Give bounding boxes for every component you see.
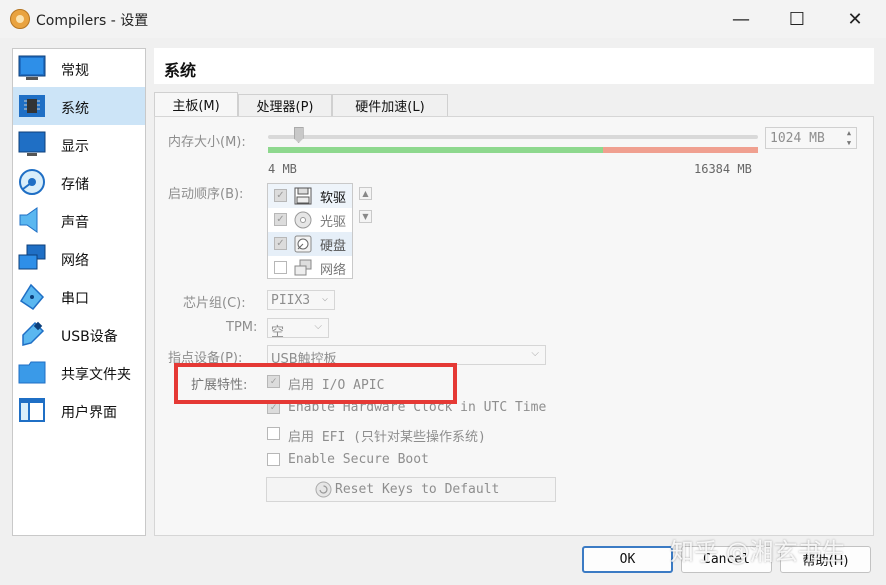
close-button[interactable]: ✕ (826, 0, 884, 38)
sidebar-item-serial[interactable]: 串口 (13, 277, 145, 315)
tab-acceleration[interactable]: 硬件加速(L) (332, 94, 448, 116)
sidebar-item-label: 显示 (61, 139, 89, 155)
move-down-icon[interactable]: ▼ (359, 210, 372, 223)
usb-icon (22, 321, 45, 346)
memory-size-label: 内存大小(M): (168, 135, 246, 150)
boot-item-optical[interactable]: ✓ 光驱 (268, 208, 352, 232)
highlight-box (174, 363, 457, 404)
sidebar-item-display[interactable]: 显示 (13, 125, 145, 163)
tpm-select[interactable]: 空 ⌵ (267, 318, 329, 340)
tpm-label: TPM: (226, 320, 258, 335)
shared-folder-icon (18, 361, 46, 384)
pointing-device-select[interactable]: USB触控板 ⌵ (267, 345, 546, 367)
storage-disk-icon (19, 169, 45, 195)
boot-item-label: 光驱 (320, 215, 347, 230)
chevron-down-icon: ⌵ (531, 348, 539, 359)
hard-disk-icon (294, 235, 312, 253)
chevron-down-icon: ⌵ (321, 293, 328, 304)
sidebar-item-label: 共享文件夹 (61, 367, 131, 383)
sidebar-item-storage[interactable]: 存储 (13, 163, 145, 201)
reset-keys-button[interactable]: Reset Keys to Default (266, 477, 556, 502)
secure-boot-label: Enable Secure Boot (288, 452, 429, 467)
title-bar: Compilers - 设置 — ☐ ✕ (0, 0, 886, 38)
memory-min-label: 4 MB (268, 162, 297, 176)
sidebar-item-label: 存储 (61, 177, 89, 193)
sidebar-item-label: 常规 (61, 63, 89, 79)
sidebar-item-network[interactable]: 网络 (13, 239, 145, 277)
boot-hard-disk-checkbox[interactable]: ✓ (274, 237, 287, 250)
boot-order-list: ✓ 软驱 ✓ 光驱 ✓ 硬盘 网络 (267, 183, 353, 279)
general-settings-icon (18, 55, 46, 80)
boot-item-floppy[interactable]: ✓ 软驱 (268, 184, 352, 208)
user-interface-icon (19, 398, 45, 422)
memory-slider-track[interactable] (268, 135, 758, 139)
window-title: Compilers - 设置 (36, 13, 149, 29)
motherboard-tab-body: 内存大小(M): 4 MB 16384 MB 1024 MB ▲ ▼ 启动顺序(… (154, 116, 874, 536)
memory-slider-thumb[interactable] (293, 127, 304, 143)
settings-panel: 系统 主板(M) 处理器(P) 硬件加速(L) 内存大小(M): 4 MB 16… (154, 48, 874, 536)
serial-port-icon (19, 283, 45, 310)
boot-network-checkbox[interactable] (274, 261, 287, 274)
section-header: 系统 (154, 48, 874, 84)
memory-max-label: 16384 MB (694, 162, 752, 176)
floppy-icon (294, 187, 312, 205)
display-monitor-icon (18, 131, 46, 156)
sidebar-item-user-interface[interactable]: 用户界面 (13, 391, 145, 429)
speaker-icon (19, 207, 38, 233)
spin-up-icon[interactable]: ▲ (842, 128, 856, 138)
sidebar-item-general[interactable]: 常规 (13, 49, 145, 87)
spin-down-icon[interactable]: ▼ (842, 138, 856, 148)
boot-floppy-checkbox[interactable]: ✓ (274, 189, 287, 202)
sidebar-item-label: 声音 (61, 215, 89, 231)
secure-boot-checkbox[interactable] (267, 453, 280, 466)
tpm-value: 空 (271, 325, 285, 340)
section-title: 系统 (164, 61, 197, 80)
chipset-select[interactable]: PIIX3 ⌵ (267, 290, 335, 310)
settings-sidebar: 常规 系统 显示 存储 声音 网络 串口 USB设备 共享文件夹 用户界面 (12, 48, 146, 536)
network-icon (18, 244, 46, 270)
tab-processor[interactable]: 处理器(P) (238, 94, 332, 116)
sidebar-item-label: USB设备 (61, 329, 118, 345)
memory-unsafe-range (603, 147, 758, 153)
sidebar-item-label: 用户界面 (61, 405, 117, 421)
sidebar-item-label: 网络 (61, 253, 89, 269)
tab-motherboard[interactable]: 主板(M) (154, 92, 238, 116)
sidebar-item-label: 系统 (61, 101, 89, 117)
boot-item-label: 网络 (320, 263, 347, 278)
maximize-button[interactable]: ☐ (768, 0, 826, 38)
boot-item-label: 软驱 (320, 191, 347, 206)
reset-icon (315, 481, 332, 498)
boot-item-hard-disk[interactable]: ✓ 硬盘 (268, 232, 352, 256)
sidebar-item-audio[interactable]: 声音 (13, 201, 145, 239)
efi-label: 启用 EFI (只针对某些操作系统) (288, 430, 486, 445)
memory-size-value: 1024 MB (770, 131, 825, 146)
virtualbox-app-icon (10, 9, 30, 29)
chipset-value: PIIX3 (271, 293, 311, 308)
system-chip-icon (19, 95, 45, 117)
memory-safe-range (268, 147, 603, 153)
sidebar-item-label: 串口 (61, 291, 89, 307)
memory-size-spinbox[interactable]: 1024 MB ▲ ▼ (765, 127, 857, 149)
move-up-icon[interactable]: ▲ (359, 187, 372, 200)
sidebar-item-system[interactable]: 系统 (13, 87, 145, 125)
boot-optical-checkbox[interactable]: ✓ (274, 213, 287, 226)
watermark: 知乎 @湘玄书生 (670, 538, 846, 566)
efi-checkbox[interactable] (267, 427, 280, 440)
optical-disc-icon (294, 211, 312, 229)
minimize-button[interactable]: — (712, 0, 770, 38)
sidebar-item-usb[interactable]: USB设备 (13, 315, 145, 353)
chipset-label: 芯片组(C): (183, 296, 246, 311)
boot-item-label: 硬盘 (320, 239, 347, 254)
boot-item-network[interactable]: 网络 (268, 256, 352, 280)
sidebar-item-shared-folders[interactable]: 共享文件夹 (13, 353, 145, 391)
boot-order-label: 启动顺序(B): (168, 187, 244, 202)
chevron-down-icon: ⌵ (314, 321, 322, 332)
ok-button[interactable]: OK (582, 546, 673, 573)
reset-keys-label: Reset Keys to Default (335, 482, 500, 497)
network-boot-icon (294, 259, 312, 276)
